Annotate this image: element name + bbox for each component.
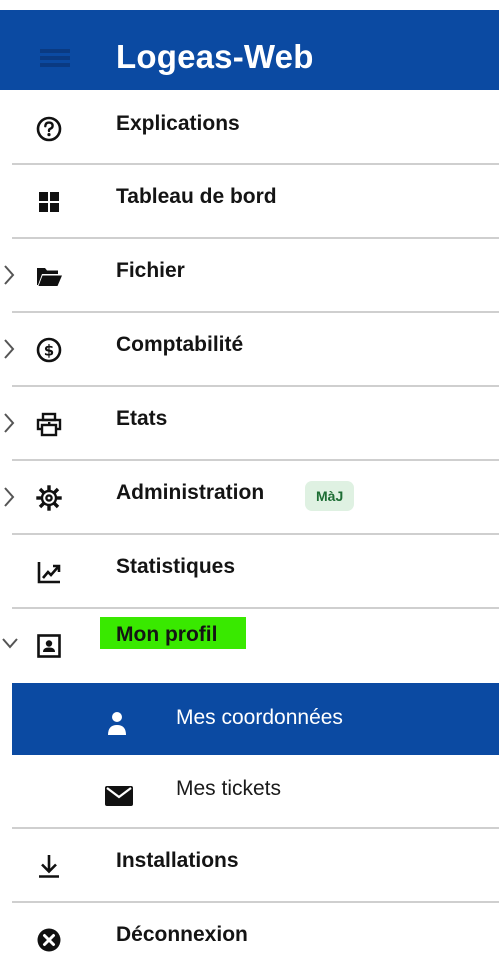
submenu-label: Mes coordonnées	[176, 706, 343, 729]
menu-item-comptabilite[interactable]: $ Comptabilité	[0, 313, 499, 386]
hamburger-icon[interactable]	[38, 45, 72, 71]
menu-item-administration[interactable]: Administration MàJ	[0, 461, 499, 534]
menu-item-fichier[interactable]: Fichier	[0, 239, 499, 312]
menu-item-statistiques[interactable]: Statistiques	[0, 535, 499, 608]
svg-text:$: $	[44, 342, 54, 360]
menu-label: Comptabilité	[116, 333, 244, 356]
app-title: Logeas-Web	[116, 38, 314, 75]
chevron-right-icon[interactable]	[2, 335, 16, 363]
gear-icon	[36, 485, 62, 511]
menu-item-explications[interactable]: Explications	[0, 92, 499, 165]
download-icon	[39, 855, 59, 878]
menu-label: Administration	[116, 481, 265, 504]
menu-item-mon-profil[interactable]: Mon profil	[0, 609, 499, 682]
chevron-down-icon[interactable]	[0, 635, 20, 651]
profile-card-icon	[37, 634, 61, 658]
app-header: Logeas-Web	[0, 0, 499, 90]
close-circle-icon	[37, 928, 61, 952]
printer-icon	[36, 412, 62, 437]
chevron-right-icon[interactable]	[2, 261, 16, 289]
chevron-right-icon[interactable]	[2, 483, 16, 511]
menu-item-deconnexion[interactable]: Déconnexion	[0, 903, 499, 958]
update-badge: MàJ	[305, 481, 355, 511]
submenu-item-mes-coordonnees[interactable]: Mes coordonnées	[12, 683, 499, 755]
envelope-icon	[105, 786, 133, 806]
menu-item-etats[interactable]: Etats	[0, 387, 499, 460]
dashboard-icon	[39, 192, 59, 212]
folder-open-icon	[37, 268, 62, 286]
menu-label: Fichier	[116, 259, 185, 282]
menu-label: Tableau de bord	[116, 185, 277, 208]
menu-item-tableau-de-bord[interactable]: Tableau de bord	[0, 165, 499, 238]
menu-label: Statistiques	[116, 555, 236, 578]
menu-label: Mon profil	[116, 623, 218, 646]
submenu-label: Mes tickets	[176, 777, 282, 800]
menu-label: Explications	[116, 112, 240, 135]
dollar-circle-icon: $	[36, 337, 62, 363]
help-circle-icon	[36, 116, 62, 142]
trending-up-icon	[37, 562, 61, 584]
menu-label: Installations	[116, 849, 239, 872]
menu-label: Déconnexion	[116, 923, 248, 946]
menu-label: Etats	[116, 407, 168, 430]
menu-item-installations[interactable]: Installations	[0, 829, 499, 902]
submenu-item-mes-tickets[interactable]: Mes tickets	[0, 755, 499, 827]
chevron-right-icon[interactable]	[2, 409, 16, 437]
person-icon	[108, 712, 126, 735]
